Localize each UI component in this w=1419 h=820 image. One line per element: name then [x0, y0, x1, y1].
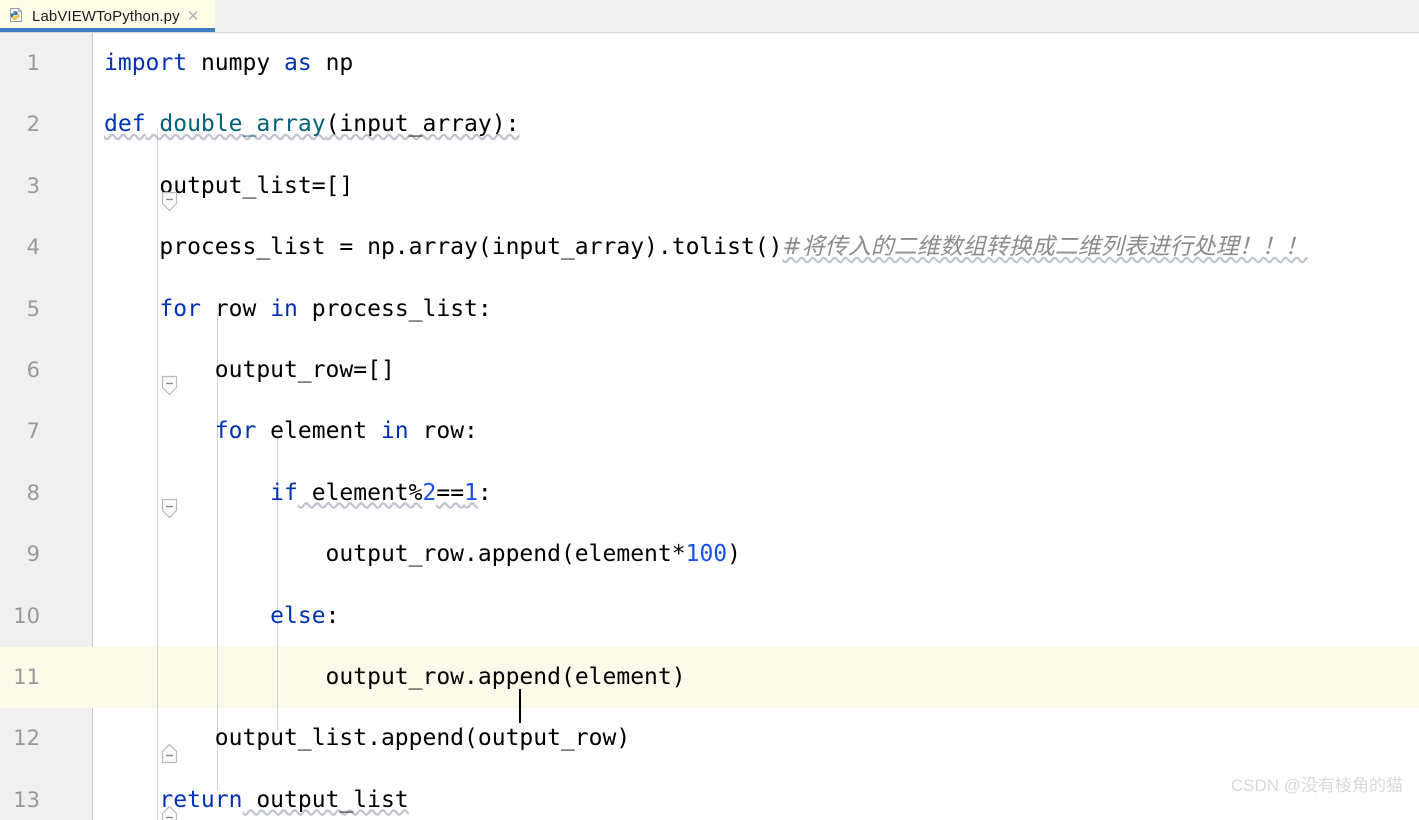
token-append-post: ppend(element)	[491, 663, 686, 690]
token-process-list: process_list:	[297, 295, 492, 322]
csdn-watermark: CSDN @没有棱角的猫	[1230, 776, 1403, 795]
code-line-text[interactable]: process_list = np.array(input_array).tol…	[104, 217, 1308, 278]
code-line[interactable]: 6 output_row=[]	[0, 340, 1419, 401]
code-line[interactable]: 4 process_list = np.array(input_array).t…	[0, 217, 1419, 278]
editor-tab-filename: LabVIEWToPython.py	[32, 7, 180, 25]
token-def-params: (input_array):	[325, 111, 520, 138]
code-line[interactable]: 3 output_list=[]	[0, 156, 1419, 217]
code-line[interactable]: 12 output_list.append(output_row)	[0, 708, 1419, 820]
code-editor[interactable]: 1 import numpy as np 2 def double_array(…	[0, 33, 1419, 820]
token-comment: #将传入的二维数组转换成二维列表进行处理！！！	[782, 234, 1308, 261]
token-numpy: numpy	[187, 50, 285, 76]
text-caret	[519, 689, 521, 723]
line-number: 9	[26, 542, 40, 567]
code-line[interactable]: 7 for element in row:	[0, 401, 1419, 519]
fold-start-icon[interactable]	[84, 421, 178, 519]
token-row: row:	[408, 418, 478, 445]
code-line-text[interactable]: else:	[104, 586, 339, 647]
token-equality: ==	[436, 479, 465, 506]
editor-tab-labviewtopython[interactable]: LabVIEWToPython.py ✕	[0, 0, 215, 32]
token-keyword-for: for	[159, 295, 201, 322]
code-line-text[interactable]: import numpy as np	[104, 33, 353, 94]
fold-end-icon[interactable]	[84, 667, 178, 764]
token-colon: :	[325, 602, 340, 629]
token-element-modulo: element%	[297, 479, 423, 506]
code-line-text[interactable]: output_row.append(element*100)	[104, 524, 741, 585]
code-line-list[interactable]: 1 import numpy as np 2 def double_array(…	[0, 33, 1419, 820]
fold-start-icon[interactable]	[84, 299, 178, 396]
code-line[interactable]: 10 else:	[0, 586, 1419, 647]
code-line-text[interactable]: for row in process_list:	[104, 279, 492, 340]
code-line[interactable]: 13 return output_list	[0, 770, 1419, 820]
python-file-icon	[8, 7, 26, 25]
token-close-paren: )	[727, 541, 741, 568]
line-number: 7	[26, 419, 40, 444]
line-number: 8	[26, 480, 40, 505]
code-line-text[interactable]: def double_array(input_array):	[104, 94, 519, 155]
fold-start-icon[interactable]	[84, 114, 178, 212]
code-line-active[interactable]: 11 output_row.append(element)	[0, 646, 1419, 764]
token-append-pre: output_row.a	[104, 663, 492, 690]
token-keyword-else: else	[270, 602, 326, 629]
token-keyword-if: if	[270, 479, 298, 506]
code-line[interactable]: 8 if element%2==1:	[0, 463, 1419, 524]
active-tab-indicator	[0, 28, 215, 32]
token-number-100: 100	[685, 541, 728, 568]
token-keyword-in: in	[380, 418, 409, 445]
line-number: 12	[13, 726, 40, 751]
close-icon[interactable]: ✕	[187, 9, 200, 24]
code-line[interactable]: 5 for row in process_list:	[0, 279, 1419, 396]
line-number: 10	[13, 603, 40, 628]
token-keyword-import: import	[104, 50, 188, 76]
token-element: element	[256, 418, 381, 445]
code-line[interactable]: 1 import numpy as np	[0, 33, 1419, 94]
code-line[interactable]: 2 def double_array(input_array):	[0, 94, 1419, 212]
line-number: 13	[13, 787, 40, 812]
token-np: np	[311, 50, 354, 76]
code-line-text[interactable]: for element in row:	[104, 401, 478, 462]
line-number: 4	[26, 235, 40, 260]
token-process-list-assign: process_list = np.array(input_array).tol…	[104, 234, 783, 261]
token-number-2: 2	[422, 479, 437, 506]
token-row: row	[200, 295, 271, 322]
token-append-mul: output_row.append(element*	[104, 541, 686, 568]
fold-end-icon[interactable]	[84, 790, 101, 811]
code-line[interactable]: 9 output_row.append(element*100)	[0, 524, 1419, 585]
token-function-name: double_array	[145, 111, 326, 138]
token-number-1: 1	[464, 479, 478, 506]
fold-end-icon[interactable]	[84, 728, 178, 820]
code-line-text[interactable]: output_row.append(element)	[104, 647, 686, 708]
line-number: 2	[26, 112, 40, 137]
token-keyword-as: as	[284, 50, 312, 76]
token-keyword-def: def	[104, 111, 146, 138]
line-number: 1	[26, 51, 40, 75]
token-keyword-in: in	[270, 295, 298, 322]
line-number: 5	[26, 296, 40, 321]
editor-tab-bar: LabVIEWToPython.py ✕	[0, 0, 1419, 33]
token-keyword-for: for	[214, 418, 257, 445]
line-number: 11	[13, 664, 40, 689]
token-output-list: output_list	[242, 786, 409, 813]
token-colon: :	[477, 479, 492, 506]
code-line-text[interactable]: output_list.append(output_row)	[104, 708, 630, 769]
line-number: 6	[26, 357, 40, 382]
line-number: 3	[26, 173, 40, 198]
